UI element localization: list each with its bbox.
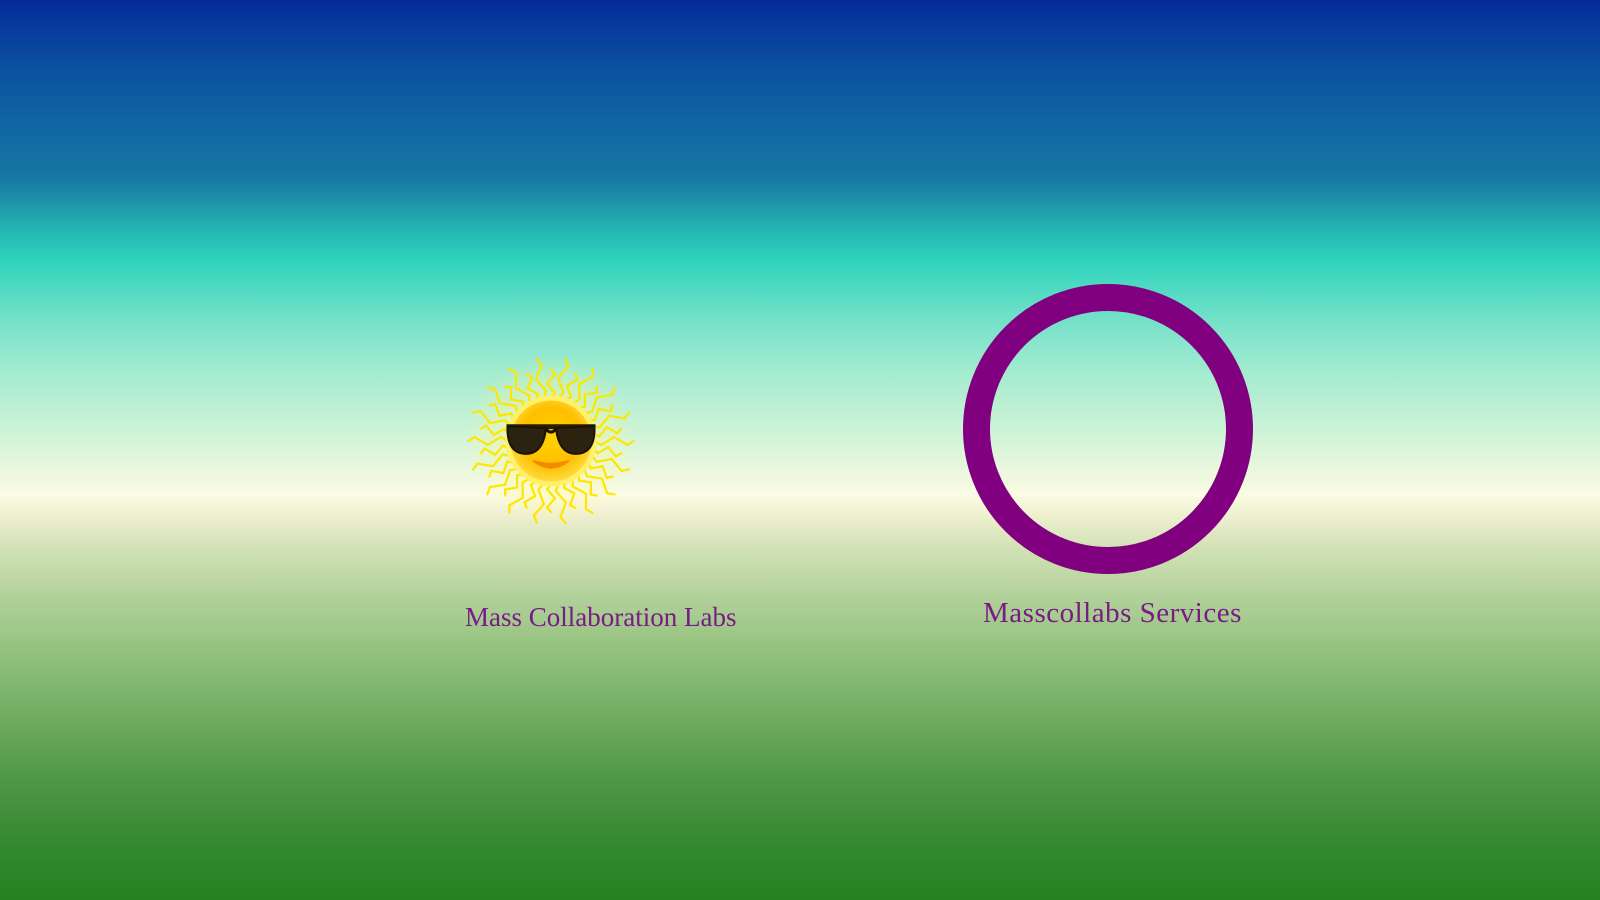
mass-collaboration-labs-link[interactable]: Mass Collaboration Labs xyxy=(465,602,736,633)
desktop-background xyxy=(0,0,1600,900)
masscollabs-services-link[interactable]: Masscollabs Services xyxy=(983,597,1242,630)
purple-ring-icon[interactable] xyxy=(962,283,1254,575)
ring-outline xyxy=(963,284,1253,574)
sunglasses-sun-icon[interactable] xyxy=(462,352,640,530)
